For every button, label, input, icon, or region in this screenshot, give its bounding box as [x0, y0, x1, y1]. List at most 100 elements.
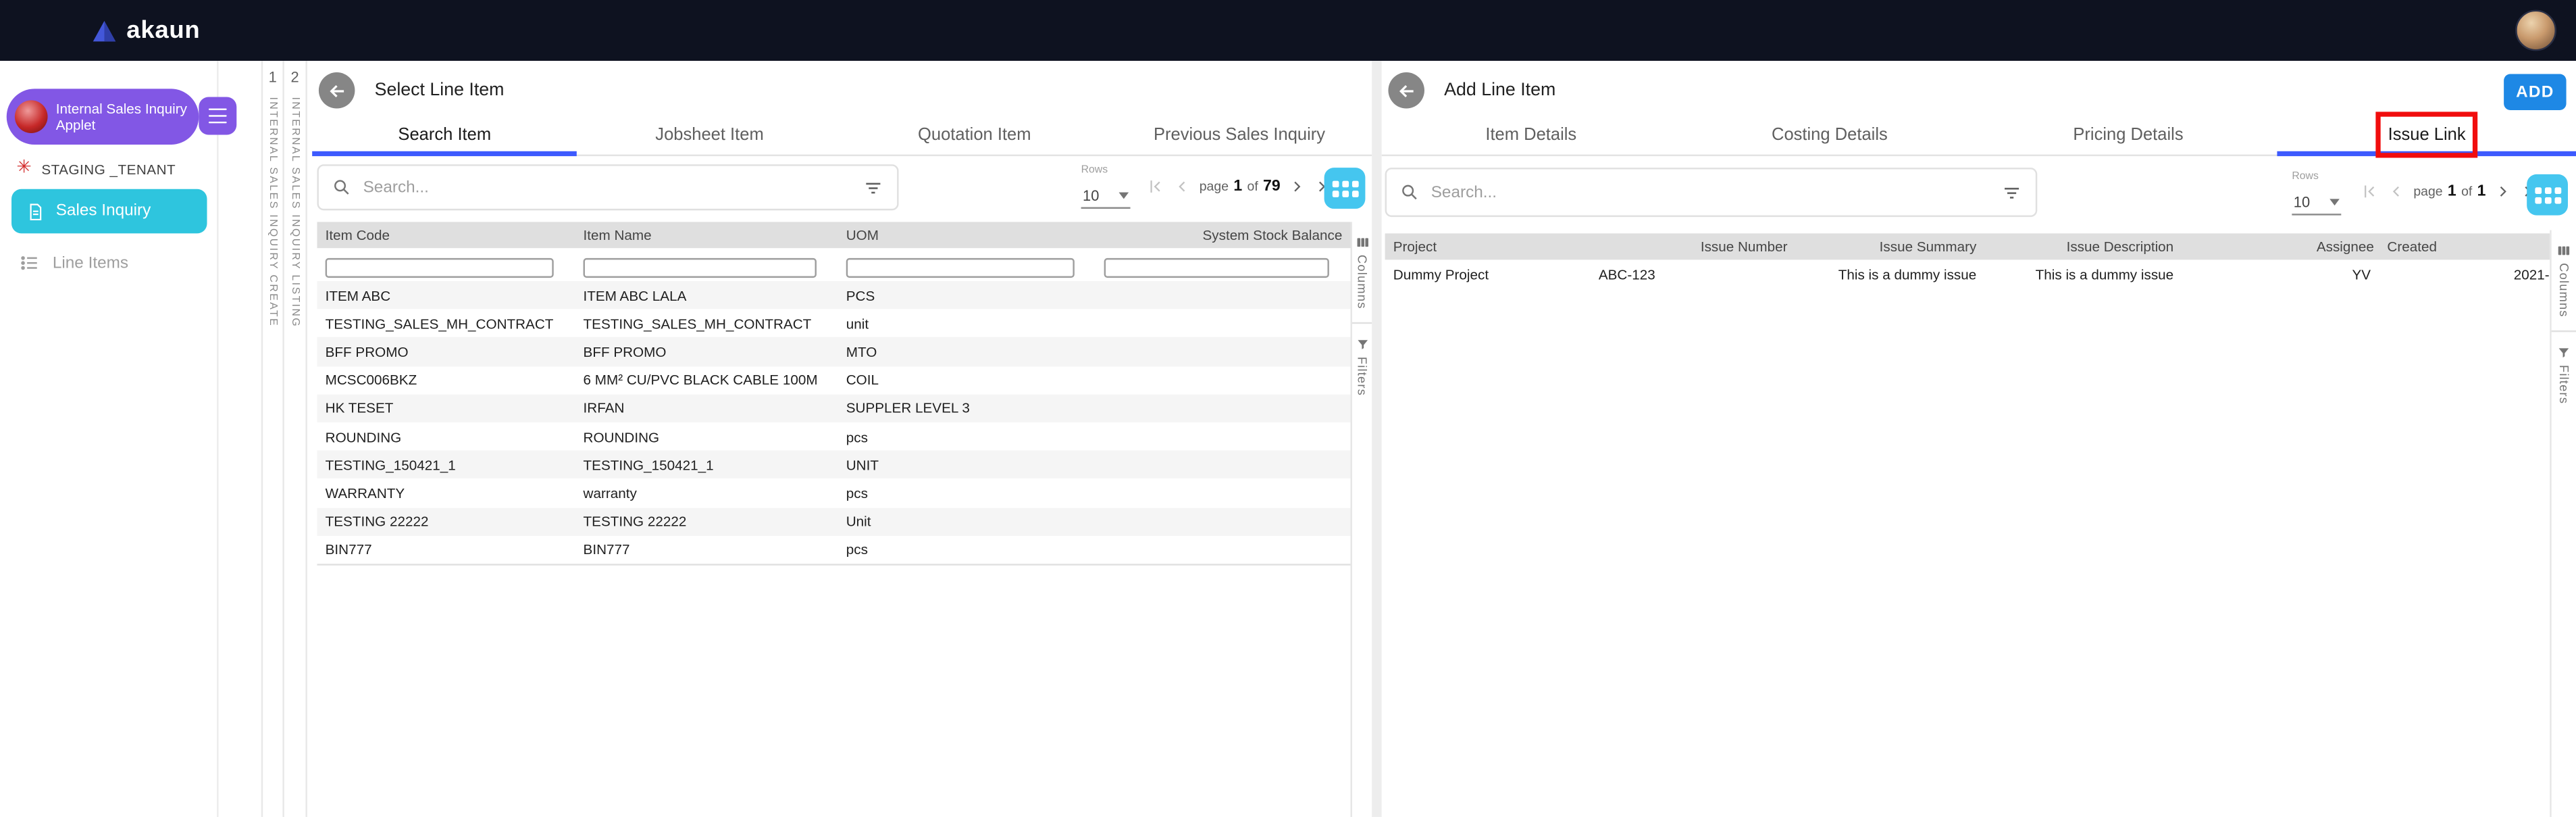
rows-per-page-select[interactable]: Rows 10 [2292, 171, 2342, 216]
cell-item-code: TESTING 22222 [325, 513, 429, 530]
filter-list-icon[interactable] [2001, 182, 2023, 203]
back-button[interactable] [1388, 72, 1424, 109]
column-header[interactable]: Created [2379, 239, 2550, 255]
tab-issue-link[interactable]: Issue Link [2277, 112, 2576, 158]
table-row[interactable]: ITEM ABC ITEM ABC LALA PCS [317, 280, 1351, 310]
tab-quotation-item[interactable]: Quotation Item [842, 115, 1107, 154]
table-row[interactable]: TESTING_SALES_MH_CONTRACT TESTING_SALES_… [317, 310, 1350, 338]
table-header-row: Project Issue Number Issue Summary Issue De… [1385, 233, 2550, 260]
back-button[interactable] [318, 72, 355, 109]
cell-uom: unit [846, 315, 869, 332]
sidebar-item-label: Sales Inquiry [55, 202, 151, 220]
table-row[interactable]: MCSC006BKZ 6 MM² CU/PVC BLACK CABLE 100M… [317, 366, 1350, 394]
workspace-tab-listing[interactable]: 2 INTERNAL SALES INQUIRY LISTING [284, 61, 307, 817]
cell-issue-summary: This is a dummy issue [1838, 266, 1977, 282]
filter-list-icon[interactable] [862, 176, 884, 198]
table-row[interactable]: TESTING 22222 TESTING 22222 Unit [317, 507, 1351, 536]
table-row[interactable]: HK TESET IRFAN SUPPLER LEVEL 3 [317, 394, 1351, 423]
app-root: akaun Internal Sales Inquiry Applet ✳ ST… [0, 0, 2576, 817]
table-header-row: Item Code Item Name UOM System Stock Balanc… [317, 222, 1351, 249]
applet-button[interactable]: Internal Sales Inquiry Applet [6, 89, 199, 145]
table-row[interactable]: BFF PROMO BFF PROMO MTO [317, 337, 1351, 366]
user-avatar[interactable] [2515, 9, 2556, 51]
cell-item-name: ITEM ABC LALA [583, 287, 687, 304]
column-header[interactable]: Project [1385, 239, 1591, 255]
first-page-button[interactable] [1147, 178, 1165, 196]
sidebar-item-label: Line Items [52, 253, 129, 272]
next-page-button[interactable] [2494, 182, 2513, 201]
filter-input-uom[interactable] [846, 257, 1075, 277]
cell-uom: Unit [846, 513, 871, 530]
workspace-tab-create[interactable]: 1 INTERNAL SALES INQUIRY CREATE [261, 61, 284, 817]
cell-item-name: BIN777 [583, 541, 630, 558]
akaun-logo[interactable]: akaun [92, 16, 200, 45]
table-row[interactable]: TESTING_150421_1 TESTING_150421_1 UNIT [317, 450, 1351, 479]
first-page-button[interactable] [2361, 182, 2379, 201]
item-table: Item Code Item Name UOM System Stock Balanc… [317, 222, 1351, 566]
columns-toggle[interactable]: Columns [1354, 235, 1370, 310]
sidebar-item-sales-inquiry[interactable]: Sales Inquiry [11, 189, 207, 234]
add-button[interactable]: ADD [2504, 74, 2567, 110]
tab-previous-sales-inquiry[interactable]: Previous Sales Inquiry [1107, 115, 1372, 154]
applet-icon [14, 100, 48, 134]
chevron-down-icon [1118, 192, 1129, 199]
issue-table: Project Issue Number Issue Summary Issue De… [1385, 233, 2550, 288]
tab-pricing-details[interactable]: Pricing Details [1979, 115, 2277, 154]
funnel-icon [2558, 348, 2569, 358]
filter-input-item-code[interactable] [325, 257, 554, 277]
arrow-left-icon [1398, 84, 1413, 97]
filters-toggle[interactable]: Filters [2556, 345, 2571, 404]
sidebar-menu-icon[interactable] [199, 97, 237, 135]
table-row[interactable]: Dummy Project ABC-123 This is a dummy is… [1385, 259, 2550, 288]
cell-item-code: ROUNDING [325, 428, 402, 445]
applet-label: Internal Sales Inquiry Applet [55, 99, 187, 134]
column-header[interactable]: Issue Description [1984, 239, 2182, 255]
document-icon [30, 203, 42, 220]
rows-per-page-select[interactable]: Rows 10 [1081, 164, 1131, 209]
column-header[interactable]: Item Name [575, 227, 838, 243]
filters-toggle[interactable]: Filters [1355, 337, 1369, 396]
cell-item-code: ITEM ABC [325, 287, 391, 304]
cell-uom: SUPPLER LEVEL 3 [846, 399, 970, 417]
view-module-button[interactable] [1324, 168, 1366, 209]
search-input[interactable] [363, 178, 852, 197]
column-header[interactable]: Issue Number [1591, 239, 1796, 255]
page-indicator: page 1 of 79 [1199, 177, 1281, 196]
cell-project: Dummy Project [1393, 266, 1489, 282]
tab-search-item[interactable]: Search Item [312, 115, 578, 157]
sidebar-item-line-items[interactable]: Line Items [20, 253, 128, 273]
table-row[interactable]: WARRANTY warranty pcs [317, 479, 1350, 507]
columns-label: Columns [1354, 255, 1370, 310]
column-header[interactable]: Assignee [2182, 239, 2379, 255]
search-box[interactable] [317, 164, 899, 211]
previous-page-button[interactable] [2387, 182, 2405, 201]
select-line-item-panel: Select Line Item Search Item Jobsheet It… [312, 61, 1372, 817]
column-header[interactable]: Item Code [317, 227, 575, 243]
column-header[interactable]: Issue Summary [1796, 239, 1985, 255]
workspace-tab-label: INTERNAL SALES INQUIRY CREATE [267, 97, 279, 328]
tab-jobsheet-item[interactable]: Jobsheet Item [577, 115, 842, 154]
column-header[interactable]: System Stock Balance [1096, 227, 1350, 243]
filter-input-item-name[interactable] [583, 257, 817, 277]
columns-toggle[interactable]: Columns [2556, 243, 2571, 318]
search-input[interactable] [1431, 183, 1990, 201]
cell-uom: UNIT [846, 456, 879, 473]
search-icon [334, 180, 349, 195]
table-row[interactable]: BIN777 BIN777 pcs [317, 535, 1350, 564]
filter-input-system-stock-balance[interactable] [1104, 257, 1329, 277]
view-module-button[interactable] [2527, 174, 2568, 216]
left-panel-tabbar: Search Item Jobsheet Item Quotation Item… [312, 115, 1372, 157]
right-panel-tabbar: Item Details Costing Details Pricing Det… [1381, 112, 2576, 158]
tenant-selector[interactable]: ✳ STAGING _TENANT [16, 159, 176, 178]
next-page-button[interactable] [1289, 178, 1307, 196]
table-row[interactable]: ROUNDING ROUNDING pcs [317, 422, 1350, 451]
previous-page-button[interactable] [1173, 178, 1191, 196]
cell-uom: MTO [846, 343, 877, 360]
tab-costing-details[interactable]: Costing Details [1680, 115, 1979, 154]
column-header[interactable]: UOM [838, 227, 1096, 243]
topbar: akaun [0, 0, 2576, 61]
columns-icon [1356, 238, 1368, 247]
chevron-down-icon [2329, 199, 2340, 206]
search-box[interactable] [1385, 168, 2038, 218]
tab-item-details[interactable]: Item Details [1382, 115, 1680, 154]
